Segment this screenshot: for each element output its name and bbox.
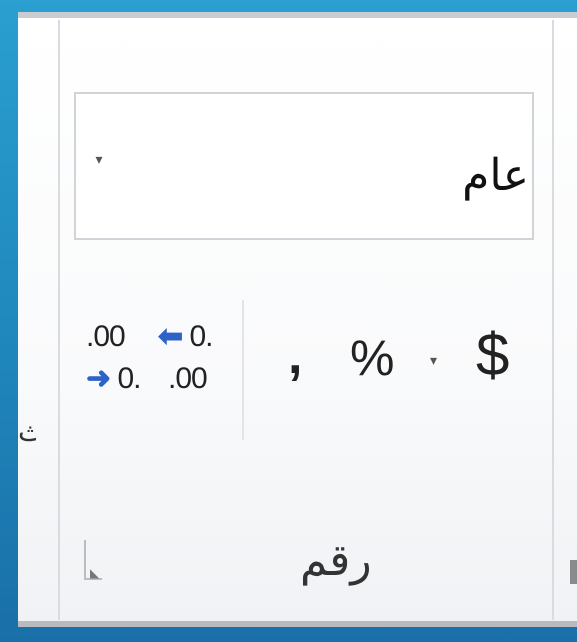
group-separator-left (58, 20, 60, 620)
decrease-decimal-top[interactable]: .00 (86, 322, 126, 352)
percent-style-button[interactable]: % (350, 330, 394, 386)
currency-dropdown-icon[interactable]: ▾ (430, 352, 437, 369)
decrease-decimal-label: 0. (117, 362, 141, 395)
decrease-decimal-icon: ➜ (86, 362, 111, 395)
group-separator-right (552, 20, 554, 620)
cut-off-label: ث (18, 416, 36, 447)
decrease-decimal-bottom[interactable]: ➜ 0. (86, 362, 142, 395)
increase-decimal-icon: ⬅ (158, 320, 183, 353)
button-separator (242, 300, 244, 440)
increase-decimal-bottom[interactable]: .00 (168, 364, 208, 394)
group-label: رقم (300, 536, 372, 585)
launcher-arrow-icon: ◣ (90, 566, 100, 580)
currency-button[interactable]: $ (476, 322, 509, 388)
increase-decimal-label: 0. (189, 320, 213, 353)
right-edge-control (570, 560, 577, 584)
increase-decimal-top[interactable]: ⬅ 0. (158, 320, 214, 353)
number-format-value: عام (462, 151, 529, 200)
chevron-down-icon[interactable]: ▾ (92, 152, 106, 166)
comma-style-button[interactable]: , (288, 330, 302, 382)
